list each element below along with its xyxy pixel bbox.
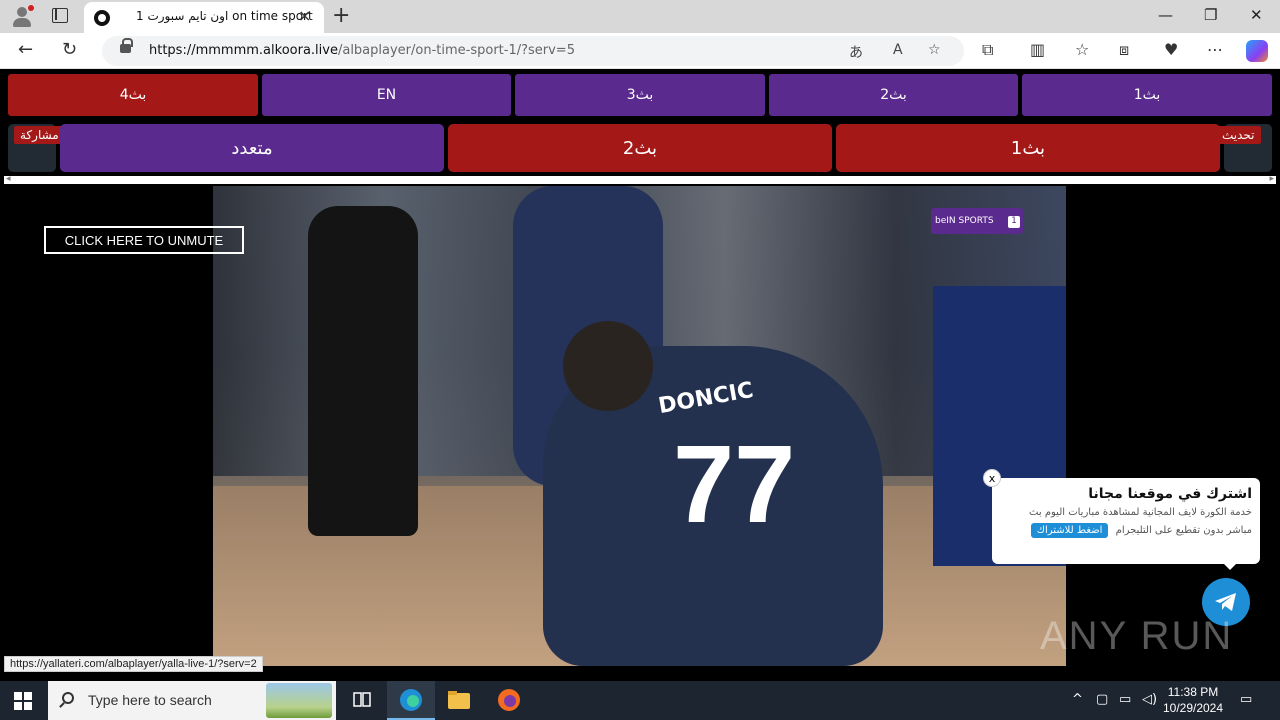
clock-date: 10/29/2024 (1162, 701, 1224, 715)
web-page: بث4 EN بث3 بث2 بث1 مشاركة متعدد بث2 بث1 … (0, 69, 1280, 681)
volume-icon[interactable]: ◁) (1142, 692, 1157, 707)
favorite-star-icon[interactable]: ☆ (928, 42, 941, 58)
popup-close-button[interactable]: x (983, 469, 1001, 487)
server-button-3[interactable]: بث3 (515, 74, 765, 116)
address-bar[interactable]: https://mmmmm.alkoora.live/albaplayer/on… (102, 36, 964, 66)
system-clock[interactable]: 11:38 PM 10/29/2024 (1160, 684, 1226, 716)
more-menu-icon[interactable]: ⋯ (1207, 40, 1223, 59)
address-toolbar: ← ↻ https://mmmmm.alkoora.live/albaplaye… (0, 33, 1280, 69)
task-view-icon[interactable] (338, 681, 386, 720)
tray-device-icon[interactable]: ▢ (1096, 692, 1108, 707)
video-referee (308, 206, 418, 536)
telegram-icon (1215, 593, 1236, 611)
popup-line-2: مباشر بدون تقطيع على التليجرام اضغط للاش… (992, 523, 1252, 538)
unmute-button[interactable]: CLICK HERE TO UNMUTE (44, 226, 244, 254)
close-window-button[interactable]: ✕ (1250, 6, 1263, 24)
notification-icon[interactable]: ▭ (1240, 692, 1252, 707)
server-button-1[interactable]: بث1 (1022, 74, 1272, 116)
multi-server-button[interactable]: متعدد (60, 124, 444, 172)
browser-tab-strip: اون تايم سبورت 1 on time sport × + — ❐ ✕ (0, 0, 1280, 33)
popup-tail (1222, 562, 1238, 570)
anyrun-watermark: ANY RUN (1040, 614, 1234, 658)
network-icon[interactable]: ▭ (1119, 692, 1131, 707)
favorites-icon[interactable]: ☆ (1075, 40, 1089, 59)
refresh-icon[interactable]: ↻ (62, 39, 77, 60)
back-arrow-icon[interactable]: ← (18, 39, 33, 60)
share-label[interactable]: مشاركة (14, 126, 65, 144)
scroll-left-icon[interactable]: ◂ (6, 174, 11, 184)
minimize-button[interactable]: — (1158, 6, 1173, 24)
browser-tab-active[interactable]: اون تايم سبورت 1 on time sport × (84, 2, 324, 33)
windows-start-icon[interactable] (14, 692, 32, 710)
lock-icon[interactable] (120, 38, 133, 53)
clock-time: 11:38 PM (1167, 685, 1219, 699)
scroll-right-icon[interactable]: ▸ (1269, 174, 1274, 184)
tab-close-icon[interactable]: × (298, 6, 311, 25)
horizontal-scrollbar[interactable]: ◂ ▸ (4, 174, 1276, 184)
search-highlight-image (266, 683, 332, 718)
windows-taskbar: Type here to search ^ ▢ ▭ ◁) 11:38 PM 10… (0, 681, 1280, 720)
edge-taskbar-icon[interactable] (387, 681, 435, 720)
new-tab-button[interactable]: + (332, 3, 350, 28)
search-icon (62, 692, 74, 704)
channel-logo: beIN SPORTS 1 (931, 208, 1023, 234)
firefox-icon[interactable] (485, 681, 533, 720)
popup-line-1: خدمة الكورة لايف المجانية لمشاهدة مباريا… (1029, 507, 1252, 518)
server-button-en[interactable]: EN (262, 74, 511, 116)
subscribe-popup: x اشترك في موقعنا مجانا خدمة الكورة لايف… (983, 469, 1260, 570)
video-player[interactable]: DONCIC 77 beIN SPORTS 1 CLICK HERE TO UN… (4, 186, 1276, 681)
read-aloud-icon[interactable]: A (893, 42, 903, 58)
refresh-label[interactable]: تحديث (1216, 126, 1261, 144)
soccer-ball-icon (94, 10, 110, 26)
browser-essentials-icon[interactable]: ♥ (1164, 40, 1178, 59)
server-button-2[interactable]: بث2 (769, 74, 1018, 116)
translate-icon[interactable]: あ (849, 42, 863, 62)
popup-title: اشترك في موقعنا مجانا (1088, 486, 1252, 502)
tray-chevron-icon[interactable]: ^ (1072, 692, 1083, 707)
url-text[interactable]: https://mmmmm.alkoora.live/albaplayer/on… (149, 43, 575, 58)
file-explorer-icon[interactable] (435, 681, 483, 720)
profile-icon[interactable] (10, 5, 34, 29)
server-button-4[interactable]: بث4 (8, 74, 258, 116)
subscribe-button[interactable]: اضغط للاشتراك (1030, 523, 1109, 538)
taskbar-search-box[interactable]: Type here to search (48, 681, 336, 720)
copilot-icon[interactable] (1246, 40, 1268, 62)
tab-actions-icon[interactable] (52, 8, 68, 23)
video-frame[interactable]: DONCIC 77 beIN SPORTS 1 (213, 186, 1066, 666)
video-player-head (563, 321, 653, 411)
big-server-button-2[interactable]: بث2 (448, 124, 832, 172)
maximize-button[interactable]: ❐ (1204, 6, 1217, 24)
split-screen-icon[interactable]: ▥ (1030, 40, 1045, 59)
big-server-button-1[interactable]: بث1 (836, 124, 1220, 172)
collections-icon[interactable]: ⧈ (1119, 40, 1129, 60)
jersey-number: 77 (673, 423, 796, 546)
status-bar-url: https://yallateri.com/albaplayer/yalla-l… (4, 656, 263, 672)
search-placeholder: Type here to search (88, 692, 212, 708)
tab-title: اون تايم سبورت 1 on time sport (136, 9, 313, 23)
extensions-icon[interactable]: ⧉ (982, 40, 993, 60)
